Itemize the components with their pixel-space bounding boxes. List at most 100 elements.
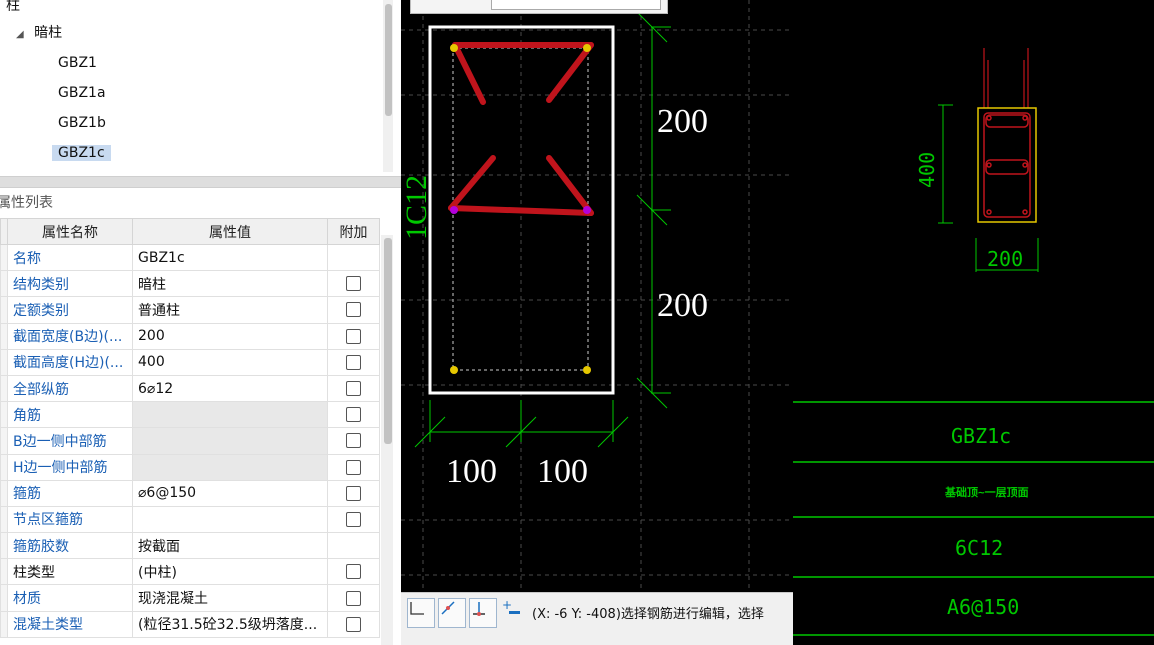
table-row[interactable]: 全部纵筋 6⌀12 [0, 374, 380, 403]
extra-checkbox[interactable] [346, 459, 361, 475]
table-row[interactable]: B边一侧中部筋 [0, 427, 380, 455]
dim-width-1: 100 [446, 453, 497, 490]
prop-extra-cell [327, 296, 380, 324]
props-title-text: 属性列表 [0, 195, 53, 211]
perpendicular-snap-button[interactable] [469, 598, 497, 628]
tree-scrollbar-thumb[interactable] [385, 4, 392, 116]
tree-group-item[interactable]: ◢ 暗柱 [16, 20, 62, 46]
table-row[interactable]: 柱类型 (中柱) [0, 558, 380, 586]
prop-name-cell: 名称 [7, 243, 133, 272]
line-snap-button[interactable] [438, 598, 466, 628]
prop-value-cell[interactable]: (中柱) [132, 558, 328, 586]
row-index-cell [0, 532, 8, 560]
prop-extra-cell [327, 532, 380, 560]
prop-name-cell: 箍筋胶数 [7, 532, 133, 560]
panel-splitter[interactable] [0, 176, 401, 188]
diagonal-line-icon [441, 601, 455, 615]
status-bar-text: (X: -6 Y: -408)选择钢筋进行编辑，选择 [532, 607, 764, 622]
property-table-body: 名称 GBZ1c 结构类别 暗柱 定额类别 普通柱 截面宽度(B边)(... 200 截面高度(… [0, 243, 380, 638]
property-table: 属性名称 属性值 附加 名称 GBZ1c 结构类别 暗柱 定额类别 普通柱 截面宽度(B边)… [0, 218, 380, 638]
floating-input-field[interactable] [491, 0, 661, 10]
prop-value-cell[interactable]: 200 [132, 322, 328, 350]
prop-value-cell[interactable]: 按截面 [132, 532, 328, 560]
app-window: 柱 ◢ 暗柱 GBZ1 GBZ1a GBZ1b GBZ1c 属性列表 属性名称 … [0, 0, 1154, 645]
section-editor-canvas[interactable]: 200 200 100 100 1C12 + (X: -6 Y: -408)选择… [401, 0, 793, 645]
ortho-snap-button[interactable] [407, 598, 435, 628]
tree-item-gbz1b[interactable]: GBZ1b [58, 110, 106, 136]
canvas-toolbar: + (X: -6 Y: -408)选择钢筋进行编辑，选择 [401, 592, 793, 645]
prop-name-cell: 柱类型 [7, 558, 133, 586]
extra-checkbox[interactable] [346, 511, 361, 527]
mini-col-width: 200 [987, 247, 1023, 271]
prop-name-cell: 角筋 [7, 401, 133, 429]
table-header-row: 属性名称 属性值 附加 [0, 218, 380, 245]
prop-extra-cell [327, 401, 380, 429]
tree-item-label: GBZ1a [58, 85, 106, 101]
prop-name-cell: 全部纵筋 [7, 374, 133, 403]
extra-checkbox[interactable] [346, 354, 361, 370]
prop-name-cell: 混凝土类型 [7, 610, 133, 638]
tree-item-label: GBZ1c [52, 145, 111, 161]
table-row[interactable]: 材质 现浇混凝土 [0, 584, 380, 612]
prop-value-cell[interactable] [132, 401, 328, 429]
prop-extra-cell [327, 348, 380, 376]
prop-name-cell: H边一侧中部筋 [7, 453, 133, 481]
prop-value-cell[interactable]: (粒径31.5砼32.5级坍落度... [132, 610, 328, 638]
table-row[interactable]: H边一侧中部筋 [0, 453, 380, 481]
extra-checkbox[interactable] [346, 433, 361, 449]
perpendicular-icon [473, 602, 485, 616]
header-prop-value: 属性值 [132, 218, 328, 245]
floating-input-box[interactable] [410, 0, 668, 14]
extra-checkbox[interactable] [346, 564, 361, 580]
extra-checkbox[interactable] [346, 616, 361, 632]
prop-value-cell[interactable]: 普通柱 [132, 296, 328, 324]
table-row[interactable]: 截面高度(H边)(... 400 [0, 348, 380, 376]
expand-arrow-icon[interactable]: ◢ [16, 29, 24, 40]
extra-checkbox[interactable] [346, 276, 361, 292]
extra-checkbox[interactable] [346, 590, 361, 606]
table-row[interactable]: 定额类别 普通柱 [0, 296, 380, 324]
row-index-cell [0, 610, 8, 638]
section-table-svg[interactable]: 400 200 GBZ1c 基础顶~一层顶面 6C12 A6@150 [793, 0, 1154, 645]
tree-item-gbz1c[interactable]: GBZ1c [52, 140, 111, 166]
extra-checkbox[interactable] [346, 328, 361, 344]
offset-plus-icon: + [502, 599, 520, 614]
mini-col-height: 400 [915, 152, 939, 188]
tree-item-label: GBZ1b [58, 115, 106, 131]
tree-item-gbz1a[interactable]: GBZ1a [58, 80, 106, 106]
prop-value-cell[interactable]: 400 [132, 348, 328, 376]
tree-item-gbz1[interactable]: GBZ1 [58, 50, 97, 76]
prop-value-cell[interactable]: 现浇混凝土 [132, 584, 328, 612]
mini-vertical-dim [938, 104, 953, 224]
table-row[interactable]: 箍筋 ⌀6@150 [0, 479, 380, 507]
table-row-rebar: 6C12 [955, 536, 1003, 560]
extra-checkbox[interactable] [346, 485, 361, 501]
extra-checkbox[interactable] [346, 381, 361, 397]
extra-checkbox[interactable] [346, 407, 361, 423]
row-index-cell [0, 401, 8, 429]
prop-value-cell[interactable]: ⌀6@150 [132, 479, 328, 507]
table-row[interactable]: 角筋 [0, 401, 380, 429]
extra-checkbox[interactable] [346, 302, 361, 318]
table-row[interactable]: 节点区箍筋 [0, 505, 380, 534]
component-tree: 柱 ◢ 暗柱 GBZ1 GBZ1a GBZ1b GBZ1c [0, 0, 399, 172]
table-row[interactable]: 名称 GBZ1c [0, 243, 380, 272]
row-index-cell [0, 322, 8, 350]
tree-root-item[interactable]: 柱 [6, 0, 20, 19]
prop-value-cell[interactable] [132, 427, 328, 455]
props-scrollbar-thumb[interactable] [384, 238, 392, 444]
prop-value-cell[interactable]: 暗柱 [132, 270, 328, 298]
section-drawing[interactable]: 200 200 100 100 1C12 [401, 0, 793, 592]
prop-name-cell: 结构类别 [7, 270, 133, 298]
table-row[interactable]: 混凝土类型 (粒径31.5砼32.5级坍落度... [0, 610, 380, 638]
prop-value-cell[interactable] [132, 505, 328, 534]
prop-value-cell[interactable]: GBZ1c [132, 243, 328, 272]
section-table-drawing[interactable]: 400 200 GBZ1c 基础顶~一层顶面 6C12 A6@150 [793, 0, 1154, 645]
offset-snap-button[interactable]: + [500, 598, 528, 628]
table-row[interactable]: 截面宽度(B边)(... 200 [0, 322, 380, 350]
table-row[interactable]: 结构类别 暗柱 [0, 270, 380, 298]
table-row[interactable]: 箍筋胶数 按截面 [0, 532, 380, 560]
prop-value-cell[interactable]: 6⌀12 [132, 374, 328, 403]
props-title: 属性列表 [0, 189, 399, 217]
prop-value-cell[interactable] [132, 453, 328, 481]
